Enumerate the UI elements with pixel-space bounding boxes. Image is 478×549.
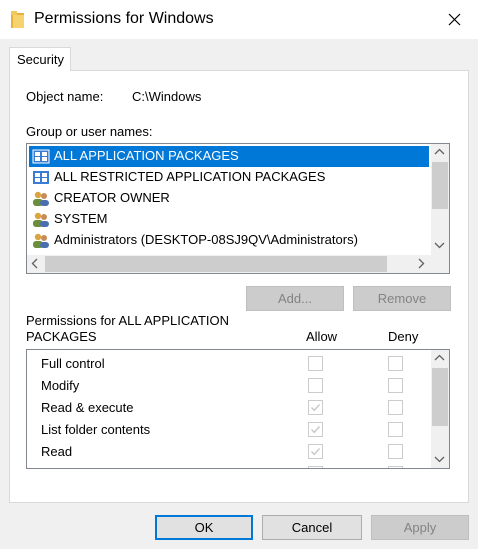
- permission-name: List folder contents: [41, 422, 151, 437]
- deny-checkbox[interactable]: [388, 422, 403, 437]
- permission-row: Write: [27, 462, 431, 468]
- allow-checkbox[interactable]: [308, 400, 323, 415]
- group-packages-icon: [33, 171, 49, 184]
- folder-icon: [11, 11, 24, 28]
- security-panel: Object name: C:\Windows Group or user na…: [9, 70, 469, 503]
- permissions-list[interactable]: Full control Modify Read & execute List fol…: [26, 349, 450, 469]
- list-item[interactable]: SYSTEM: [29, 209, 429, 230]
- add-button[interactable]: Add...: [246, 286, 344, 311]
- scroll-right-icon[interactable]: [412, 255, 429, 272]
- group-user-list[interactable]: ALL APPLICATION PACKAGES ALL RESTRICTED …: [26, 143, 450, 274]
- allow-checkbox[interactable]: [308, 422, 323, 437]
- group-names-label: Group or user names:: [26, 124, 153, 139]
- permission-row: Full control: [27, 352, 431, 374]
- horizontal-scrollbar[interactable]: [27, 255, 431, 273]
- list-item-label: SYSTEM: [54, 211, 108, 226]
- scroll-up-icon[interactable]: [431, 144, 448, 161]
- scroll-left-icon[interactable]: [27, 255, 44, 272]
- allow-checkbox[interactable]: [308, 466, 323, 468]
- close-button[interactable]: [432, 0, 478, 39]
- scrollbar-corner: [431, 255, 449, 273]
- object-name-label: Object name:: [26, 89, 104, 104]
- allow-column-header: Allow: [306, 329, 338, 344]
- permissions-scrollbar[interactable]: [431, 350, 449, 468]
- list-item[interactable]: CREATOR OWNER: [29, 188, 429, 209]
- list-item-label: ALL APPLICATION PACKAGES: [54, 148, 239, 163]
- permission-name: Full control: [41, 356, 105, 371]
- allow-checkbox[interactable]: [308, 356, 323, 371]
- ok-button[interactable]: OK: [155, 515, 253, 540]
- deny-checkbox[interactable]: [388, 356, 403, 371]
- remove-button[interactable]: Remove: [353, 286, 451, 311]
- deny-checkbox[interactable]: [388, 444, 403, 459]
- permission-name: Modify: [41, 378, 80, 393]
- permission-row: Read & execute: [27, 396, 431, 418]
- scrollbar-thumb[interactable]: [45, 256, 387, 272]
- deny-checkbox[interactable]: [388, 378, 403, 393]
- permission-row: Read: [27, 440, 431, 462]
- object-name-value: C:\Windows: [132, 89, 202, 104]
- permission-name: Read: [41, 444, 73, 459]
- scroll-down-icon[interactable]: [431, 236, 448, 253]
- users-icon: [33, 191, 49, 206]
- permission-name: Read & execute: [41, 400, 134, 415]
- scroll-down-icon[interactable]: [431, 450, 448, 467]
- permission-row: List folder contents: [27, 418, 431, 440]
- group-packages-icon: [32, 149, 50, 164]
- scroll-up-icon[interactable]: [431, 350, 448, 367]
- allow-checkbox[interactable]: [308, 378, 323, 393]
- list-item-label: CREATOR OWNER: [54, 190, 170, 205]
- title-bar: Permissions for Windows: [0, 0, 478, 39]
- apply-button[interactable]: Apply: [371, 515, 469, 540]
- deny-checkbox[interactable]: [388, 400, 403, 415]
- close-icon: [448, 13, 461, 26]
- permission-name: Write: [41, 466, 71, 468]
- tab-security-label: Security: [17, 52, 64, 67]
- list-item[interactable]: ALL APPLICATION PACKAGES: [29, 146, 429, 167]
- deny-checkbox[interactable]: [388, 466, 403, 468]
- list-item[interactable]: ALL RESTRICTED APPLICATION PACKAGES: [29, 167, 429, 188]
- tab-security[interactable]: Security: [9, 47, 71, 71]
- deny-column-header: Deny: [388, 329, 419, 344]
- users-icon: [33, 212, 49, 227]
- users-icon: [33, 233, 49, 248]
- permissions-label-line2: PACKAGES: [26, 329, 97, 344]
- permission-row: Modify: [27, 374, 431, 396]
- list-item-label: ALL RESTRICTED APPLICATION PACKAGES: [54, 169, 326, 184]
- permissions-label-line1: Permissions for ALL APPLICATION: [26, 313, 230, 328]
- list-item[interactable]: Administrators (DESKTOP-08SJ9QV\Administ…: [29, 230, 429, 251]
- scrollbar-thumb[interactable]: [432, 162, 448, 209]
- scrollbar-thumb[interactable]: [432, 368, 448, 426]
- list-item-label: Administrators (DESKTOP-08SJ9QV\Administ…: [54, 232, 358, 247]
- allow-checkbox[interactable]: [308, 444, 323, 459]
- cancel-button[interactable]: Cancel: [262, 515, 362, 540]
- vertical-scrollbar[interactable]: [431, 144, 449, 255]
- window-title: Permissions for Windows: [34, 10, 214, 27]
